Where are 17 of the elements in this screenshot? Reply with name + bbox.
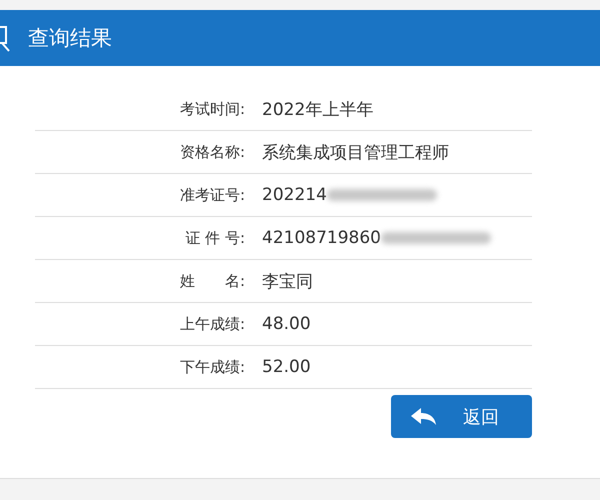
field-label: 证 件 号: xyxy=(184,228,245,248)
back-button[interactable]: 返回 xyxy=(391,395,532,438)
field-label: 下午成绩: xyxy=(178,358,245,376)
field-label: 资格名称: xyxy=(178,142,245,162)
field-value: 202214 xyxy=(262,185,327,205)
field-label: 上午成绩: xyxy=(178,314,245,334)
field-value: 李宝同 xyxy=(262,270,313,292)
field-label: 考试时间: xyxy=(178,100,245,118)
field-value: 系统集成项目管理工程师 xyxy=(262,142,449,164)
field-label: 姓 名: xyxy=(178,272,245,290)
field-value: 52.00 xyxy=(262,357,311,377)
field-value: 48.00 xyxy=(262,314,311,334)
field-label: 准考证号: xyxy=(178,186,245,204)
back-arrow-icon xyxy=(411,408,437,426)
field-value: 42108719860 xyxy=(262,228,381,248)
field-value: 2022年上半年 xyxy=(262,98,374,120)
header-title: 查询结果 xyxy=(28,25,112,52)
